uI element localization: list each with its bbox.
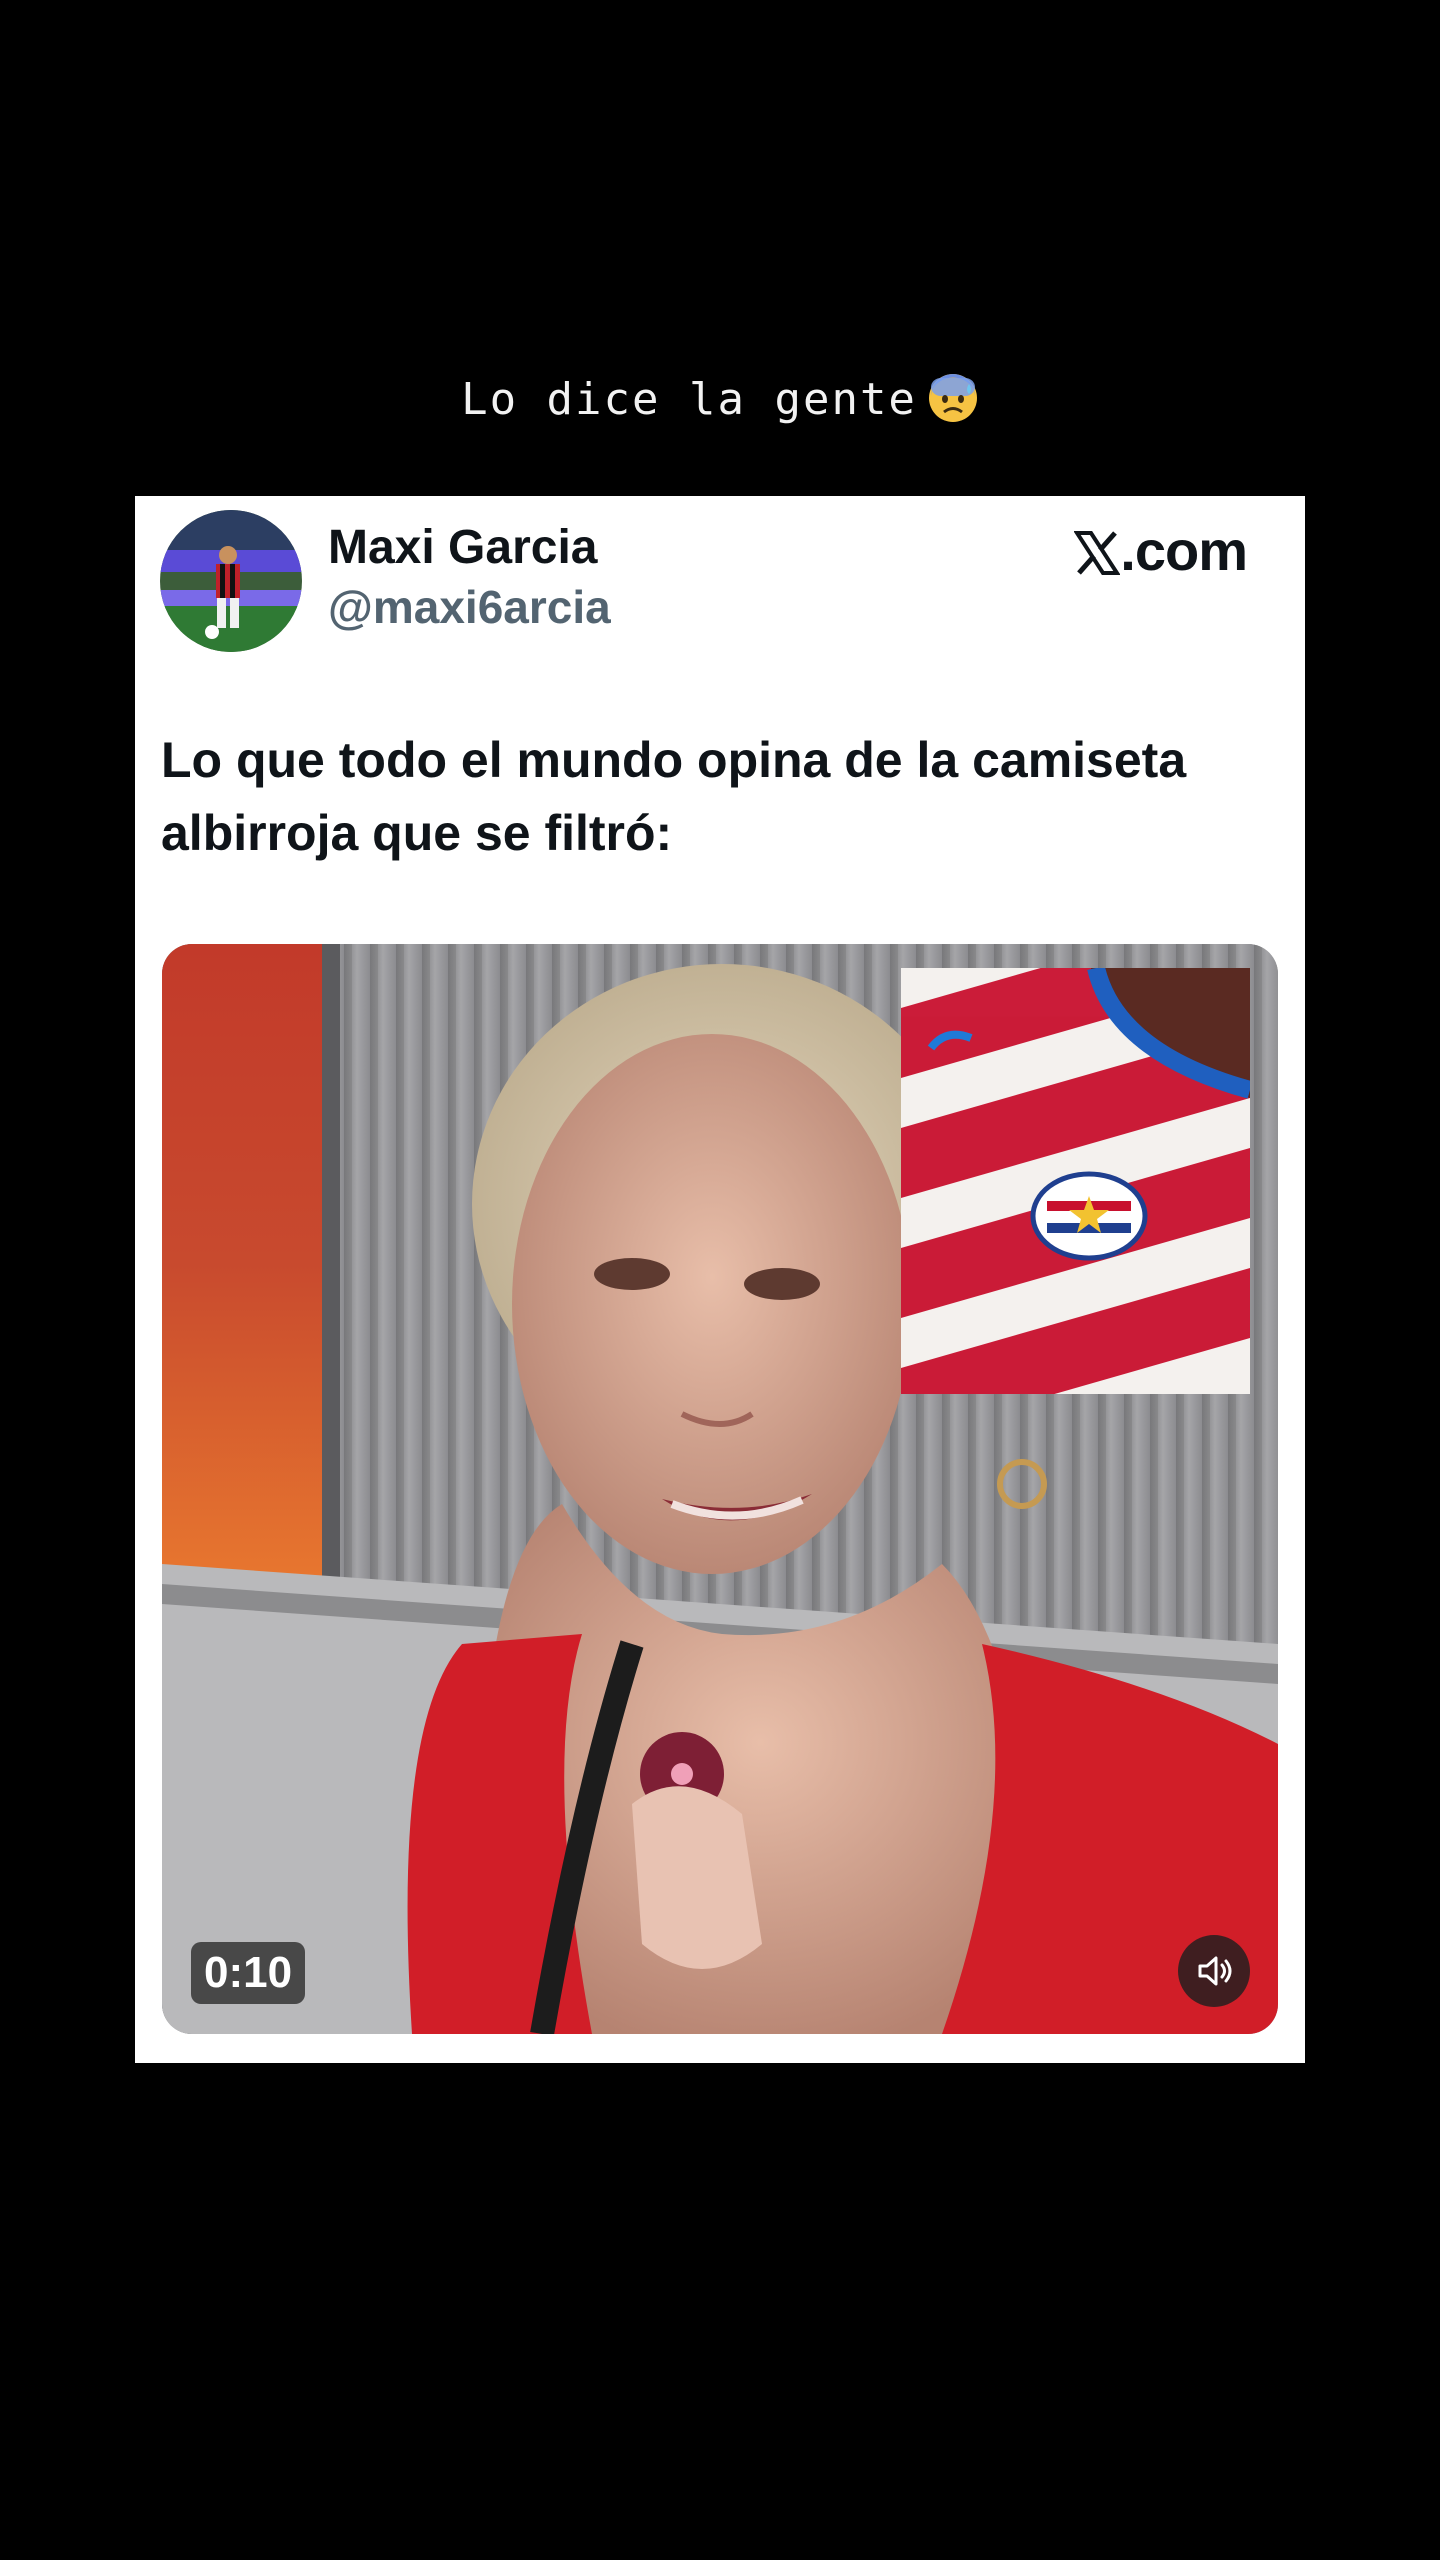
avatar[interactable] <box>160 510 302 652</box>
story-screen: Lo dice la gente Maxi Garcia @maxi6arcia… <box>0 0 1440 2560</box>
anxious-face-with-sweat-emoji <box>928 374 977 422</box>
author-name[interactable]: Maxi Garcia <box>328 520 597 575</box>
x-brand[interactable]: .com <box>1074 518 1248 583</box>
x-logo-icon <box>1074 531 1121 575</box>
tweet-card[interactable]: Maxi Garcia @maxi6arcia .com Lo que todo… <box>135 496 1305 2063</box>
author-handle[interactable]: @maxi6arcia <box>328 580 611 634</box>
jersey-inset-image <box>901 968 1250 1394</box>
speaker-muted-icon <box>1198 1956 1232 1986</box>
video-duration: 0:10 <box>191 1942 306 2004</box>
video-player[interactable]: 0:10 <box>162 944 1278 2034</box>
mute-button[interactable] <box>1178 1935 1250 2007</box>
brand-label: .com <box>1120 519 1248 582</box>
caption-text: Lo dice la gente <box>461 374 917 425</box>
story-caption: Lo dice la gente <box>0 372 1440 425</box>
tweet-text: Lo que todo el mundo opina de la camiset… <box>161 732 1187 861</box>
